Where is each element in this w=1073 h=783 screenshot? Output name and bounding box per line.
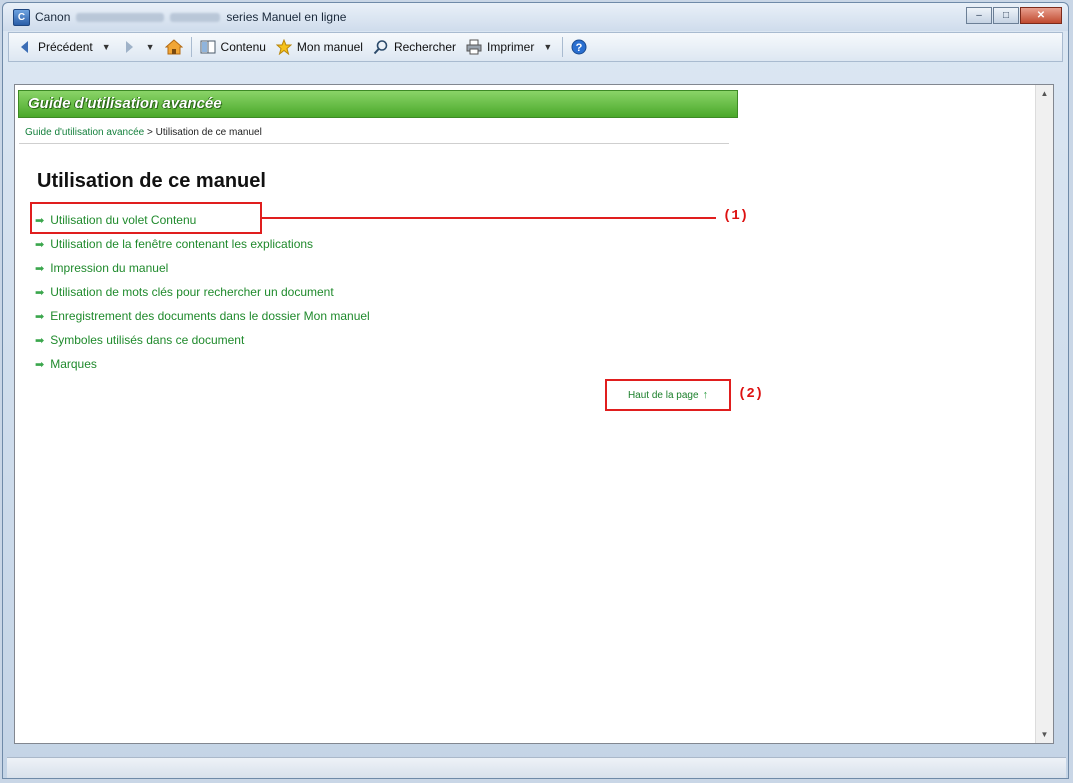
- arrow-icon: ➡: [35, 262, 45, 275]
- my-manual-button[interactable]: Mon manuel: [275, 38, 363, 56]
- guide-header-title: Guide d'utilisation avancée: [28, 95, 222, 112]
- search-label: Rechercher: [393, 40, 456, 54]
- back-label: Précédent: [38, 40, 93, 54]
- redacted-model-name-2: [170, 13, 221, 23]
- forward-arrow-icon: [121, 39, 137, 55]
- up-arrow-icon: ↑: [702, 389, 709, 401]
- topic-link-explanation-window[interactable]: ➡ Utilisation de la fenêtre contenant les…: [35, 232, 370, 256]
- title-suffix: series Manuel en ligne: [226, 10, 347, 24]
- svg-text:?: ?: [576, 42, 583, 54]
- breadcrumb-link-guide[interactable]: Guide d'utilisation avancée: [25, 127, 144, 138]
- arrow-icon: ➡: [35, 310, 45, 323]
- topic-link-symbols[interactable]: ➡ Symboles utilisés dans ce document: [35, 328, 370, 352]
- content-pane: Guide d'utilisation avancée Guide d'util…: [14, 84, 1054, 744]
- arrow-icon: ➡: [35, 334, 45, 347]
- canon-app-icon: C: [13, 9, 30, 26]
- scroll-down-icon[interactable]: ▼: [1036, 726, 1053, 743]
- star-icon: [275, 38, 293, 56]
- help-button[interactable]: ?: [571, 39, 587, 55]
- home-icon: [164, 39, 183, 55]
- status-bar: [7, 757, 1066, 778]
- breadcrumb: Guide d'utilisation avancée > Utilisatio…: [25, 127, 262, 138]
- title-prefix: Canon: [35, 10, 71, 24]
- forward-button[interactable]: ▼: [121, 39, 155, 55]
- my-manual-label: Mon manuel: [296, 40, 363, 54]
- book-icon: [200, 39, 216, 55]
- callout-box-1: [30, 202, 262, 234]
- top-of-page-label: Haut de la page: [627, 389, 699, 401]
- contents-button[interactable]: Contenu: [200, 39, 266, 55]
- arrow-icon: ➡: [35, 358, 45, 371]
- back-arrow-icon: [17, 39, 33, 55]
- callout-label-1: (1): [723, 208, 749, 224]
- window-controls: – □ ✕: [966, 7, 1062, 24]
- window-title: Canon series Manuel en ligne: [35, 10, 346, 24]
- search-button[interactable]: Rechercher: [373, 39, 456, 55]
- callout-leader-line-1: [262, 217, 716, 219]
- help-icon: ?: [571, 39, 587, 55]
- back-dropdown-icon[interactable]: ▼: [102, 42, 111, 52]
- toolbar-separator-2: [562, 37, 564, 57]
- topic-link-print-manual[interactable]: ➡ Impression du manuel: [35, 256, 370, 280]
- maximize-button[interactable]: □: [993, 7, 1019, 24]
- breadcrumb-current: Utilisation de ce manuel: [155, 127, 262, 138]
- toolbar: Précédent ▼ ▼ Contenu Mon manuel Recherc…: [8, 32, 1063, 62]
- print-label: Imprimer: [487, 40, 535, 54]
- topic-link-keyword-search[interactable]: ➡ Utilisation de mots clés pour recherche…: [35, 280, 370, 304]
- contents-label: Contenu: [220, 40, 266, 54]
- redacted-model-name: [76, 13, 165, 23]
- vertical-scrollbar[interactable]: ▲ ▼: [1035, 85, 1053, 743]
- guide-header-banner: Guide d'utilisation avancée: [18, 90, 738, 118]
- print-button[interactable]: Imprimer ▼: [466, 39, 552, 55]
- page-title: Utilisation de ce manuel: [37, 170, 266, 192]
- close-button[interactable]: ✕: [1020, 7, 1062, 24]
- callout-label-2: (2): [738, 386, 764, 402]
- back-button[interactable]: Précédent ▼: [17, 39, 111, 55]
- arrow-icon: ➡: [35, 238, 45, 251]
- search-icon: [373, 39, 389, 55]
- topic-link-my-manual[interactable]: ➡ Enregistrement des documents dans le do…: [35, 304, 370, 328]
- breadcrumb-separator: >: [144, 127, 156, 138]
- top-of-page-link[interactable]: Haut de la page ↑: [605, 379, 731, 411]
- home-button[interactable]: [164, 39, 183, 55]
- minimize-button[interactable]: –: [966, 7, 992, 24]
- printer-icon: [466, 39, 482, 55]
- print-dropdown-icon[interactable]: ▼: [543, 42, 552, 52]
- title-bar: C Canon series Manuel en ligne – □ ✕: [3, 3, 1068, 31]
- forward-dropdown-icon[interactable]: ▼: [146, 42, 155, 52]
- topic-link-trademarks[interactable]: ➡ Marques: [35, 352, 370, 376]
- breadcrumb-divider: [19, 143, 729, 144]
- arrow-icon: ➡: [35, 286, 45, 299]
- scroll-up-icon[interactable]: ▲: [1036, 85, 1053, 102]
- toolbar-separator: [190, 37, 192, 57]
